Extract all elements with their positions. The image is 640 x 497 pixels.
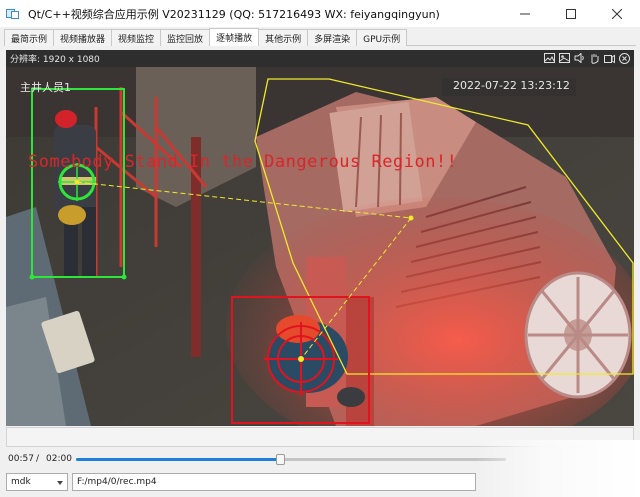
window-title: Qt/C++视频综合应用示例 V20231129 (QQ: 517216493 … [28,7,440,21]
file-path-input[interactable] [72,473,476,491]
snapshot-icon[interactable] [558,52,570,64]
osd-timestamp: 2022-07-22 13:23:12 [453,79,570,92]
osd-warning-text: Somebody Stand In the Dangerous Region!! [28,152,458,172]
decoder-select[interactable]: mdk [6,473,68,491]
video-widget[interactable]: 分辨率: 1920 x 1080 主井人员1 2022-07-22 13:23:… [6,50,634,426]
close-video-icon[interactable] [618,52,630,64]
time-separator: / [36,454,40,464]
seek-handle[interactable] [276,454,286,465]
record-icon[interactable] [603,52,615,64]
resolution-label: 分辨率: 1920 x 1080 [10,55,100,65]
title-bar: Qt/C++视频综合应用示例 V20231129 (QQ: 517216493 … [0,0,640,27]
seek-progress [76,458,281,461]
minimize-icon [520,13,530,14]
hand-icon[interactable] [588,52,600,64]
decoder-value: mdk [11,477,31,487]
maximize-icon [566,8,576,19]
close-icon [612,8,622,19]
volume-icon[interactable] [573,52,585,64]
tab-video-monitor[interactable]: 视频监控 [111,29,162,46]
total-time: 02:00 [46,454,72,464]
tab-video-player[interactable]: 视频播放器 [53,29,113,46]
tab-multi-screen[interactable]: 多屏渲染 [307,29,358,46]
osd-camera-name: 主井人员1 [20,81,71,94]
chevron-down-icon [57,481,63,485]
image-icon[interactable] [543,52,555,64]
tab-simple[interactable]: 最简示例 [4,29,55,46]
tab-frame-by-frame[interactable]: 逐帧播放 [209,28,260,46]
seek-slider[interactable] [76,458,506,461]
app-icon [6,8,20,20]
tab-bar: 最简示例 视频播放器 视频监控 监控回放 逐帧播放 其他示例 多屏渲染 GPU示… [4,28,408,46]
close-button[interactable] [594,0,640,27]
bottom-right-fade [476,440,640,497]
maximize-button[interactable] [548,0,594,27]
tab-monitor-playback[interactable]: 监控回放 [160,29,211,46]
tab-other[interactable]: 其他示例 [258,29,309,46]
minimize-button[interactable] [502,0,548,27]
tab-gpu[interactable]: GPU示例 [356,29,408,46]
video-toolbar: 分辨率: 1920 x 1080 [6,50,634,67]
current-time: 00:57 [8,454,34,464]
video-frame [6,67,634,426]
